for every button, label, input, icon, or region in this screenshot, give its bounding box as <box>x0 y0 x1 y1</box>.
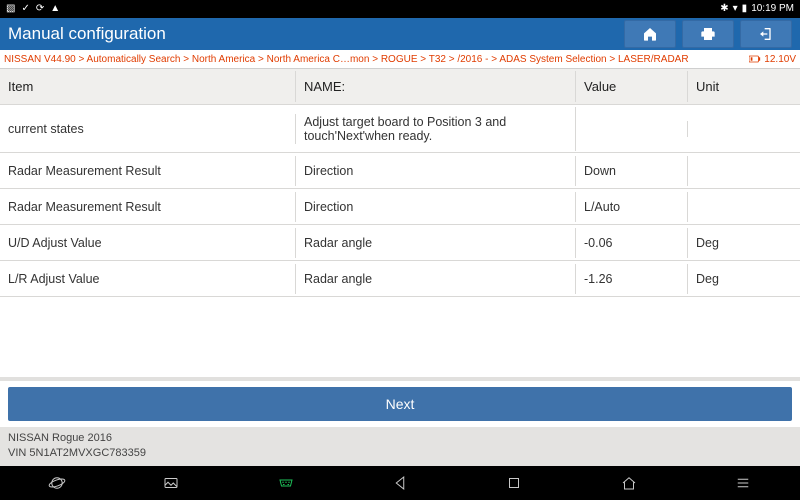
battery-icon <box>749 55 761 63</box>
breadcrumb: NISSAN V44.90 > Automatically Search > N… <box>0 50 800 68</box>
page-title: Manual configuration <box>8 24 618 44</box>
android-status-bar: ▧ ✓ ⟳ ▲ ✱ ▾ ▮ 10:19 PM <box>0 0 800 18</box>
cell-value: -1.26 <box>576 264 688 294</box>
table-row: L/R Adjust ValueRadar angle-1.26Deg <box>0 261 800 297</box>
home-icon <box>642 26 658 42</box>
cell-value: Down <box>576 156 688 186</box>
nav-home-button[interactable] <box>609 469 649 497</box>
breadcrumb-path: NISSAN V44.90 > Automatically Search > N… <box>4 54 689 65</box>
square-icon <box>505 474 523 492</box>
hamburger-icon <box>734 474 752 492</box>
status-left: ▧ ✓ ⟳ ▲ <box>6 4 60 14</box>
check-icon: ✓ <box>21 4 29 14</box>
data-table: Item NAME: Value Unit current statesAdju… <box>0 68 800 377</box>
nav-gallery-button[interactable] <box>151 469 191 497</box>
cell-name: Direction <box>296 192 576 222</box>
nav-back-button[interactable] <box>380 469 420 497</box>
gallery-icon <box>162 474 180 492</box>
vehicle-name: NISSAN Rogue 2016 <box>8 431 792 445</box>
nav-diag-button[interactable] <box>266 469 306 497</box>
sync-icon: ⟳ <box>36 4 44 14</box>
cell-unit: Deg <box>688 264 800 294</box>
nav-menu-button[interactable] <box>723 469 763 497</box>
screenshot-icon: ▧ <box>6 4 15 14</box>
cell-value: -0.06 <box>576 228 688 258</box>
cell-value <box>576 121 688 137</box>
wifi-icon: ▾ <box>733 4 738 14</box>
table-row: Radar Measurement ResultDirectionDown <box>0 153 800 189</box>
column-name: NAME: <box>296 71 576 102</box>
action-bar: Next <box>0 381 800 427</box>
home-button[interactable] <box>624 20 676 48</box>
next-button[interactable]: Next <box>8 387 792 421</box>
cell-unit <box>688 163 800 179</box>
table-row: U/D Adjust ValueRadar angle-0.06Deg <box>0 225 800 261</box>
cell-name: Direction <box>296 156 576 186</box>
bluetooth-icon: ✱ <box>720 4 728 14</box>
warning-icon: ▲ <box>50 4 60 14</box>
status-right: ✱ ▾ ▮ 10:19 PM <box>720 4 794 14</box>
cell-item: Radar Measurement Result <box>0 192 296 222</box>
table-row: current statesAdjust target board to Pos… <box>0 105 800 153</box>
cell-item: L/R Adjust Value <box>0 264 296 294</box>
nav-recent-button[interactable] <box>494 469 534 497</box>
obd-icon <box>277 474 295 492</box>
cell-name: Radar angle <box>296 264 576 294</box>
title-bar: Manual configuration <box>0 18 800 50</box>
cell-item: U/D Adjust Value <box>0 228 296 258</box>
exit-icon <box>758 26 774 42</box>
column-unit: Unit <box>688 71 800 102</box>
print-button[interactable] <box>682 20 734 48</box>
clock: 10:19 PM <box>751 4 794 14</box>
vehicle-info: NISSAN Rogue 2016 VIN 5N1AT2MVXGC783359 <box>0 427 800 466</box>
back-icon <box>391 474 409 492</box>
vehicle-vin: VIN 5N1AT2MVXGC783359 <box>8 446 792 460</box>
table-header: Item NAME: Value Unit <box>0 69 800 105</box>
column-item: Item <box>0 71 296 102</box>
planet-icon <box>48 474 66 492</box>
cell-unit <box>688 199 800 215</box>
nav-browser-button[interactable] <box>37 469 77 497</box>
home-outline-icon <box>620 474 638 492</box>
battery-icon: ▮ <box>742 4 748 14</box>
cell-unit: Deg <box>688 228 800 258</box>
cell-value: L/Auto <box>576 192 688 222</box>
cell-item: Radar Measurement Result <box>0 156 296 186</box>
table-row: Radar Measurement ResultDirectionL/Auto <box>0 189 800 225</box>
cell-name: Radar angle <box>296 228 576 258</box>
android-nav-bar <box>0 466 800 500</box>
battery-voltage: 12.10V <box>749 54 796 65</box>
exit-button[interactable] <box>740 20 792 48</box>
cell-name: Adjust target board to Position 3 and to… <box>296 107 576 151</box>
cell-unit <box>688 121 800 137</box>
column-value: Value <box>576 71 688 102</box>
print-icon <box>700 26 716 42</box>
table-body[interactable]: current statesAdjust target board to Pos… <box>0 105 800 377</box>
cell-item: current states <box>0 114 296 144</box>
